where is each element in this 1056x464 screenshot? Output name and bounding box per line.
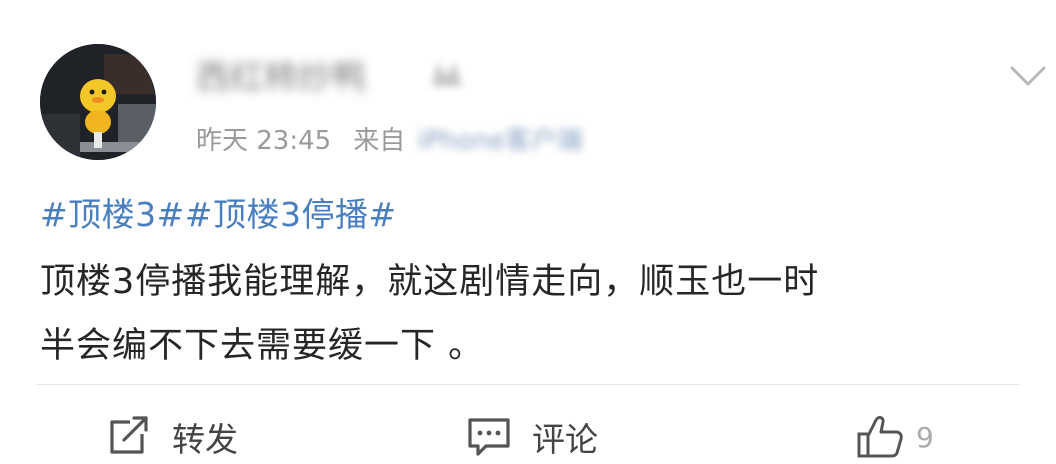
comment-label: 评论	[532, 420, 598, 459]
post-text-line: 半会编不下去需要缓一下 。	[40, 326, 485, 366]
thumbs-up-icon	[857, 416, 903, 458]
avatar[interactable]	[40, 44, 156, 160]
weibo-post-card: 西红柿炒鸭 昨天 23:45 来自 iPhone客户端 #顶楼3##顶楼3停播# 顶…	[0, 0, 1056, 464]
share-square-icon	[110, 416, 148, 454]
hashtag-links[interactable]: #顶楼3##顶楼3停播#	[40, 188, 397, 236]
post-text: 顶楼3停播我能理解，就这剧情走向，顺玉也一时 半会编不下去需要缓一下 。	[40, 250, 1030, 378]
source-prefix: 来自	[353, 126, 406, 156]
avatar-duck-icon	[40, 44, 156, 160]
repost-label: 转发	[172, 420, 238, 459]
post-text-line: 顶楼3停播我能理解，就这剧情走向，顺玉也一时	[40, 262, 820, 302]
user-badge-icon	[432, 62, 462, 86]
like-button[interactable]: 9	[856, 414, 934, 460]
username[interactable]: 西红柿炒鸭	[196, 50, 366, 99]
chevron-down-icon[interactable]	[1006, 56, 1050, 96]
post-time: 昨天 23:45	[196, 126, 332, 156]
comment-button[interactable]: 评论	[466, 414, 598, 460]
comment-bubble-icon	[468, 418, 510, 456]
repost-button[interactable]: 转发	[106, 414, 238, 460]
divider	[36, 384, 1020, 385]
like-count: 9	[916, 420, 934, 454]
post-source[interactable]: iPhone客户端	[417, 120, 583, 157]
post-meta: 昨天 23:45 来自 iPhone客户端	[196, 120, 583, 157]
